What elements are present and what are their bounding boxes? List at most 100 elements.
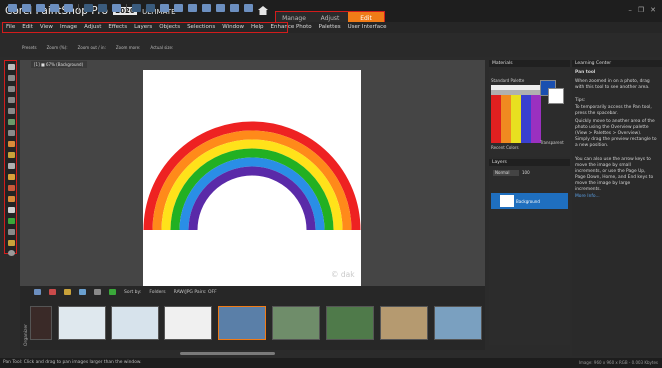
save-icon[interactable] — [36, 4, 45, 12]
collection-icon[interactable] — [79, 289, 86, 295]
materials-header: Materials — [489, 60, 570, 67]
option-zoom-out-in[interactable]: Zoom out / in: — [78, 45, 106, 50]
thumbnail-selected[interactable] — [218, 306, 266, 340]
tools-bar — [4, 60, 17, 256]
straighten-icon[interactable] — [146, 4, 155, 12]
document-tab[interactable]: [1] ■ 67% (Background) — [31, 61, 87, 68]
layer-thumbnail — [500, 195, 514, 207]
warp-tool-icon[interactable] — [8, 240, 15, 246]
rotate-right-icon[interactable] — [174, 4, 183, 12]
share-icon[interactable] — [112, 4, 121, 12]
option-zoom-more[interactable]: Zoom more: — [116, 45, 141, 50]
home-icon[interactable] — [258, 6, 268, 15]
learning-tool-name: Pan tool — [575, 70, 596, 75]
transparent-label[interactable]: Transparent — [540, 140, 564, 145]
paint-brush-icon[interactable] — [8, 152, 15, 158]
makeover-tool-icon[interactable] — [8, 130, 15, 136]
layer-name: Background — [516, 199, 540, 204]
thumbnail[interactable] — [30, 306, 52, 340]
sort-dropdown[interactable]: Folders — [149, 290, 165, 295]
pick-tool-icon[interactable] — [8, 75, 15, 81]
learning-intro: When zoomed in on a photo, drag with thi… — [575, 79, 650, 90]
selection-tool-icon[interactable] — [8, 86, 15, 92]
tips-heading: Tips: — [575, 98, 586, 103]
status-right: Image: 960 x 960 x RGB - 0.003 Kbytes — [578, 360, 658, 365]
svg-text:Organizer: Organizer — [23, 324, 29, 346]
rainbow-image — [143, 121, 361, 231]
toolbar-divider — [78, 4, 79, 12]
clone-tool-icon[interactable] — [8, 141, 15, 147]
palette-dropdown[interactable]: Standard Palette — [491, 78, 524, 83]
shape-tool-icon[interactable] — [8, 218, 15, 224]
color-replacer-icon[interactable] — [8, 196, 15, 202]
status-left: Pan Tool: Click and drag to pan images l… — [3, 360, 142, 365]
red-eye-tool-icon[interactable] — [8, 119, 15, 125]
blend-mode-dropdown[interactable]: Normal — [493, 170, 519, 176]
dropper-tool-icon[interactable] — [8, 97, 15, 103]
resize-icon[interactable] — [188, 4, 197, 12]
tip-item: To temporarily access the Pan tool, pres… — [575, 105, 652, 116]
zoom-in-icon[interactable] — [202, 4, 211, 12]
pan-tool-icon[interactable] — [8, 64, 15, 70]
open-file-icon[interactable] — [22, 4, 31, 12]
rotate-left-icon[interactable] — [160, 4, 169, 12]
organizer-scrollbar[interactable] — [180, 352, 275, 355]
color-swatches[interactable] — [491, 85, 541, 143]
layers-panel — [489, 159, 570, 345]
thumbnail[interactable] — [434, 306, 482, 340]
share-photos-icon[interactable] — [109, 289, 116, 295]
tool-options: Presets Zoom (%): Zoom out / in: Zoom mo… — [22, 45, 173, 50]
option-actual-size[interactable]: Actual size: — [150, 45, 173, 50]
thumbnail[interactable] — [111, 306, 159, 340]
flood-fill-icon[interactable] — [8, 174, 15, 180]
zoom-out-icon[interactable] — [216, 4, 225, 12]
thumbnail[interactable] — [164, 306, 212, 340]
add-tool-icon[interactable] — [8, 250, 15, 256]
undo-icon[interactable] — [84, 4, 93, 12]
tip-item: You can also use the arrow keys to move … — [575, 157, 654, 192]
thumbnail[interactable] — [272, 306, 320, 340]
raw-pairs-toggle[interactable]: RAW/JPG Pairs: OFF — [174, 290, 217, 295]
organizer-toolbar: Sort by: Folders RAW/JPG Pairs: OFF — [34, 289, 217, 295]
toolbar-buttons — [8, 4, 253, 12]
toolbar-divider — [126, 4, 127, 12]
menu-palettes[interactable]: Palettes — [319, 24, 341, 30]
crop-tool-icon[interactable] — [8, 108, 15, 114]
save-as-icon[interactable] — [50, 4, 59, 12]
rotate-icon[interactable] — [94, 289, 101, 295]
opacity-value[interactable]: 100 — [522, 170, 530, 175]
minimize-icon[interactable]: – — [628, 6, 632, 14]
thumbnail[interactable] — [380, 306, 428, 340]
redo-icon[interactable] — [98, 4, 107, 12]
delete-icon[interactable] — [49, 289, 56, 295]
menu-highlight — [2, 22, 288, 33]
menu-user-interface[interactable]: User Interface — [348, 24, 387, 30]
window-controls: – ❐ ✕ — [628, 6, 656, 14]
option-zoom-percent[interactable]: Zoom (%): — [47, 45, 68, 50]
organizer-side-label: Organizer — [23, 324, 29, 346]
pen-tool-icon[interactable] — [8, 229, 15, 235]
background-color[interactable] — [548, 88, 564, 104]
restore-icon[interactable]: ❐ — [638, 6, 644, 14]
dodge-tool-icon[interactable] — [8, 185, 15, 191]
layers-header: Layers — [489, 159, 570, 166]
watermark: © dak — [331, 270, 355, 279]
add-photos-icon[interactable] — [34, 289, 41, 295]
eraser-icon[interactable] — [8, 163, 15, 169]
new-file-icon[interactable] — [8, 4, 17, 12]
text-tool-icon[interactable] — [8, 207, 15, 213]
grid-icon[interactable] — [230, 4, 239, 12]
tag-icon[interactable] — [64, 289, 71, 295]
close-icon[interactable]: ✕ — [650, 6, 656, 14]
thumbnail[interactable] — [326, 306, 374, 340]
crop-icon[interactable] — [132, 4, 141, 12]
thumbnail[interactable] — [58, 306, 106, 340]
tip-item: Quickly move to another area of the phot… — [575, 119, 657, 148]
recent-colors-label: Recent Colors — [491, 145, 519, 150]
palette-icon[interactable] — [244, 4, 253, 12]
option-presets[interactable]: Presets — [22, 45, 37, 50]
learning-center-header: Learning Center — [572, 60, 662, 67]
print-icon[interactable] — [64, 4, 73, 12]
more-info-link[interactable]: More Info... — [575, 194, 657, 200]
sort-label: Sort by: — [124, 289, 142, 295]
